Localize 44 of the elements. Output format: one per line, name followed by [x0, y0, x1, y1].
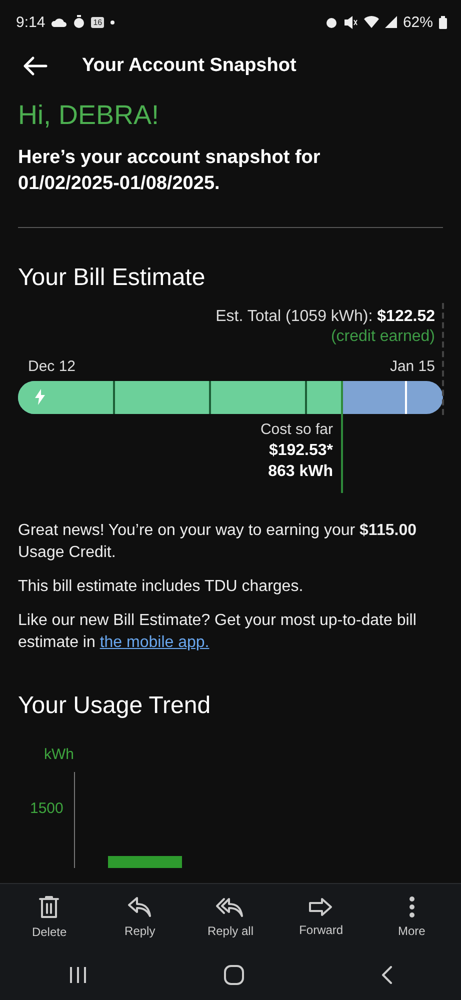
chevron-left-icon: [380, 966, 392, 984]
lightning-icon: [34, 389, 46, 405]
more-icon: [408, 896, 415, 918]
reply-button[interactable]: Reply: [100, 896, 180, 938]
mute-icon: [344, 16, 358, 28]
screen-title: Your Account Snapshot: [82, 55, 296, 77]
cloud-icon: [51, 17, 68, 27]
message-text: This bill estimate includes TDU charges.: [18, 577, 304, 597]
delete-button[interactable]: Delete: [9, 895, 90, 939]
usage-value: 863 kWh: [267, 462, 333, 482]
reply-icon: [126, 896, 153, 918]
mobile-app-link[interactable]: the mobile app.: [100, 634, 210, 651]
battery-icon: [439, 16, 447, 28]
cost-value: $192.53*: [268, 441, 333, 461]
section-heading: Your Usage Trend: [18, 692, 212, 720]
clock-time: 9:14: [16, 14, 46, 30]
reply-all-button[interactable]: Reply all: [190, 896, 270, 938]
dot-icon: [110, 20, 116, 24]
signal-icon: [384, 16, 397, 28]
more-button[interactable]: More: [372, 896, 452, 938]
back-arrow-icon: [22, 56, 48, 76]
section-heading: Your Bill Estimate: [18, 264, 206, 292]
forward-arrow-icon: [308, 897, 334, 917]
intro-text: Here’s your account snapshot for 01/02/2025-01/08/2025.: [18, 146, 322, 196]
trash-icon: [38, 895, 60, 919]
end-date: Jan 15: [390, 358, 435, 375]
stopwatch-icon: [73, 15, 86, 29]
reply-all-icon: [215, 896, 246, 918]
recent-apps-icon: [68, 966, 86, 984]
greeting: Hi, DEBRA!: [18, 100, 160, 131]
battery-percent: 62%: [402, 14, 433, 30]
estimated-total: Est. Total (1059 kWh): $122.52: [216, 308, 435, 325]
unit-label: kWh: [44, 746, 74, 763]
start-date: Dec 12: [28, 358, 76, 375]
forward-button[interactable]: Forward: [281, 897, 362, 937]
home-icon: [224, 965, 244, 985]
tick-label: 1500: [30, 800, 64, 817]
message-text: Like our new Bill Estimate? Get your most up-to-date bill estimate in the mobile app.: [18, 611, 418, 653]
wifi-icon: [364, 16, 379, 28]
calendar-icon: 16: [91, 16, 104, 28]
message-text: Great news! You’re on your way to earning your $115.00 Usage Credit.: [18, 521, 418, 563]
cost-label: Cost so far: [260, 420, 333, 440]
credit-note: (credit earned): [330, 328, 435, 345]
alarm-icon: [324, 16, 338, 28]
